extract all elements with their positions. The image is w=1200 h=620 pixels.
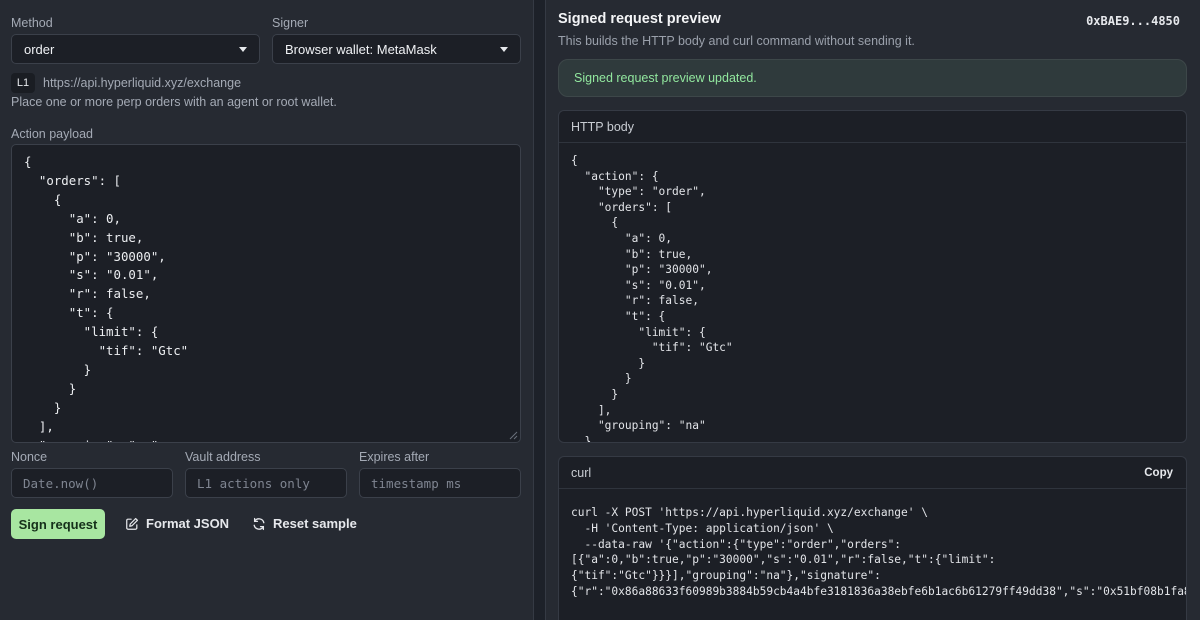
vault-label: Vault address bbox=[185, 450, 261, 464]
vault-address-input[interactable]: L1 actions only bbox=[185, 468, 347, 498]
format-json-label: Format JSON bbox=[146, 516, 230, 531]
refresh-icon bbox=[253, 517, 265, 530]
curl-card: curl Copy curl -X POST 'https://api.hype… bbox=[558, 456, 1187, 620]
expires-after-input[interactable]: timestamp ms bbox=[359, 468, 521, 498]
http-body-title: HTTP body bbox=[571, 119, 634, 134]
request-builder-panel: Method order Signer Browser wallet: Meta… bbox=[0, 0, 534, 620]
method-description: Place one or more perp orders with an ag… bbox=[11, 95, 337, 109]
http-body-card: HTTP body { "action": { "type": "order",… bbox=[558, 110, 1187, 443]
pencil-square-icon bbox=[126, 517, 139, 530]
expires-label: Expires after bbox=[359, 450, 430, 464]
caret-down-icon bbox=[500, 46, 508, 52]
wallet-address: 0xBAE9...4850 bbox=[1086, 14, 1180, 28]
reset-sample-label: Reset sample bbox=[273, 516, 357, 531]
status-banner: Signed request preview updated. bbox=[558, 59, 1187, 97]
signed-preview-panel: Signed request preview 0xBAE9...4850 Thi… bbox=[545, 0, 1200, 620]
signer-label: Signer bbox=[272, 16, 309, 30]
resize-handle-icon[interactable] bbox=[509, 431, 518, 440]
payload-text[interactable]: { "orders": [ { "a": 0, "b": true, "p": … bbox=[12, 145, 520, 442]
http-body-code[interactable]: { "action": { "type": "order", "orders":… bbox=[559, 143, 1186, 442]
payload-label: Action payload bbox=[11, 127, 94, 141]
sign-request-button[interactable]: Sign request bbox=[11, 509, 105, 539]
payload-editor[interactable]: { "orders": [ { "a": 0, "b": true, "p": … bbox=[11, 144, 521, 443]
endpoint-url: https://api.hyperliquid.xyz/exchange bbox=[43, 76, 242, 90]
nonce-input[interactable]: Date.now() bbox=[11, 468, 173, 498]
method-label: Method bbox=[11, 16, 53, 30]
nonce-label: Nonce bbox=[11, 450, 48, 464]
format-json-button[interactable]: Format JSON bbox=[125, 516, 229, 531]
method-select-value: order bbox=[24, 41, 55, 57]
curl-title: curl bbox=[571, 465, 592, 480]
signer-select-value: Browser wallet: MetaMask bbox=[285, 41, 437, 57]
copy-button[interactable]: Copy bbox=[1144, 467, 1173, 479]
signer-select[interactable]: Browser wallet: MetaMask bbox=[272, 34, 521, 64]
preview-subtitle: This builds the HTTP body and curl comma… bbox=[558, 34, 915, 48]
http-body-header: HTTP body bbox=[559, 111, 1186, 143]
reset-sample-button[interactable]: Reset sample bbox=[252, 516, 357, 531]
action-type-badge: L1 bbox=[11, 73, 35, 93]
caret-down-icon bbox=[239, 46, 247, 52]
status-message: Signed request preview updated. bbox=[574, 71, 757, 85]
preview-title: Signed request preview bbox=[558, 11, 721, 27]
method-select[interactable]: order bbox=[11, 34, 260, 64]
curl-header: curl Copy bbox=[559, 457, 1186, 489]
curl-command-code[interactable]: curl -X POST 'https://api.hyperliquid.xy… bbox=[559, 489, 1186, 600]
